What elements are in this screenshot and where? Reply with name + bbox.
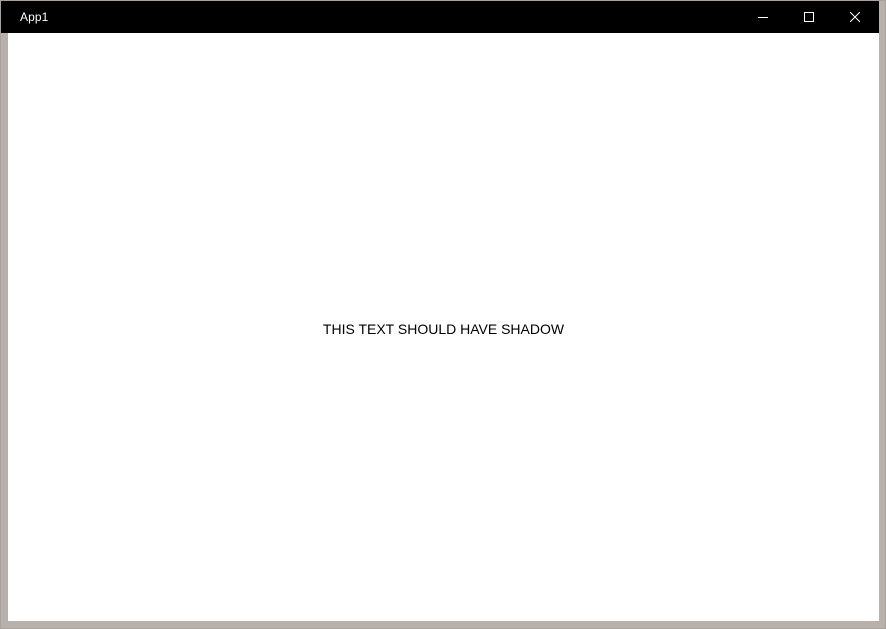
minimize-button[interactable] xyxy=(740,1,786,33)
title-bar[interactable]: App1 xyxy=(1,1,879,33)
minimize-icon xyxy=(758,17,768,18)
close-button[interactable] xyxy=(832,1,878,33)
maximize-button[interactable] xyxy=(786,1,832,33)
maximize-icon xyxy=(804,12,814,22)
window-bottom-border[interactable] xyxy=(1,621,885,628)
shadow-text: THIS TEXT SHOULD HAVE SHADOW xyxy=(322,321,565,337)
close-icon xyxy=(850,12,860,22)
window-title: App1 xyxy=(20,10,49,24)
app-window: App1 THIS TEXT SHOULD HAVE SHADOW xyxy=(1,1,885,628)
window-right-border[interactable] xyxy=(879,1,885,628)
content-area: THIS TEXT SHOULD HAVE SHADOW xyxy=(8,33,879,621)
